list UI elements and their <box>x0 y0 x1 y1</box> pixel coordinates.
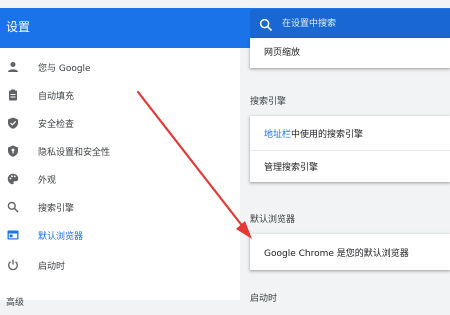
person-icon <box>6 60 20 74</box>
address-bar-search-engine-label: 地址栏中使用的搜索引擎 <box>264 127 363 140</box>
sidebar-item-default-browser[interactable]: 默认浏览器 <box>0 221 240 249</box>
page-title: 设置 <box>6 20 31 34</box>
sidebar-item-label: 隐私设置和安全性 <box>38 147 111 158</box>
appearance-card: 网页缩放 <box>250 38 450 68</box>
sidebar: 您与 Google 自动填充 安全检查 隐私设置和安全性 外观 搜索引擎 默认浏… <box>0 48 240 308</box>
palette-icon <box>6 172 20 186</box>
default-browser-card: Google Chrome 是您的默认浏览器 <box>250 234 450 270</box>
sidebar-item-label: 高级 <box>6 297 25 308</box>
search-input[interactable] <box>282 9 442 39</box>
shield-check-icon <box>6 116 20 130</box>
search-engine-section-title: 搜索引擎 <box>250 97 287 107</box>
default-browser-status: Google Chrome 是您的默认浏览器 <box>264 249 409 259</box>
manage-search-engines-label: 管理搜索引擎 <box>264 163 319 173</box>
sidebar-item-label: 外观 <box>38 175 57 186</box>
search-engine-card: 地址栏中使用的搜索引擎 管理搜索引擎 <box>250 116 450 182</box>
manage-search-engines-row[interactable]: 管理搜索引擎 <box>250 150 450 182</box>
sidebar-item-privacy[interactable]: 隐私设置和安全性 <box>0 137 240 165</box>
page-zoom-row[interactable]: 网页缩放 <box>250 38 450 70</box>
search-icon <box>259 17 273 32</box>
sidebar-item-on-startup[interactable]: 启动时 <box>0 251 240 279</box>
sidebar-item-search-engine[interactable]: 搜索引擎 <box>0 193 240 221</box>
power-icon <box>6 258 20 272</box>
settings-content: 网页缩放 搜索引擎 地址栏中使用的搜索引擎 管理搜索引擎 默认浏览器 Googl… <box>240 38 450 304</box>
default-browser-status-row: Google Chrome 是您的默认浏览器 <box>250 236 450 268</box>
page-zoom-label: 网页缩放 <box>264 48 301 58</box>
sidebar-item-you-and-google[interactable]: 您与 Google <box>0 53 240 81</box>
default-browser-section-title: 默认浏览器 <box>250 215 296 225</box>
on-startup-section-title: 启动时 <box>250 294 278 304</box>
sidebar-item-appearance[interactable]: 外观 <box>0 165 240 193</box>
address-bar-link[interactable]: 地址栏 <box>264 130 291 140</box>
sidebar-item-label: 自动填充 <box>38 91 75 102</box>
browser-icon <box>6 228 20 242</box>
sidebar-item-label: 安全检查 <box>38 119 75 130</box>
window-top-strip <box>0 0 450 8</box>
sidebar-item-autofill[interactable]: 自动填充 <box>0 81 240 109</box>
search-box[interactable] <box>250 9 450 39</box>
row-divider <box>250 150 450 151</box>
sidebar-item-label: 启动时 <box>38 261 66 272</box>
clipboard-icon <box>6 88 20 102</box>
sidebar-item-advanced[interactable]: 高级 <box>0 287 240 315</box>
sidebar-item-label: 默认浏览器 <box>38 231 84 242</box>
sidebar-item-label: 搜索引擎 <box>38 203 75 214</box>
address-bar-rest-text: 中使用的搜索引擎 <box>291 130 364 140</box>
sidebar-item-label: 您与 Google <box>38 63 91 74</box>
privacy-shield-icon <box>6 144 20 158</box>
search-icon <box>6 200 20 214</box>
address-bar-search-engine-row[interactable]: 地址栏中使用的搜索引擎 <box>250 117 450 149</box>
sidebar-item-safety-check[interactable]: 安全检查 <box>0 109 240 137</box>
